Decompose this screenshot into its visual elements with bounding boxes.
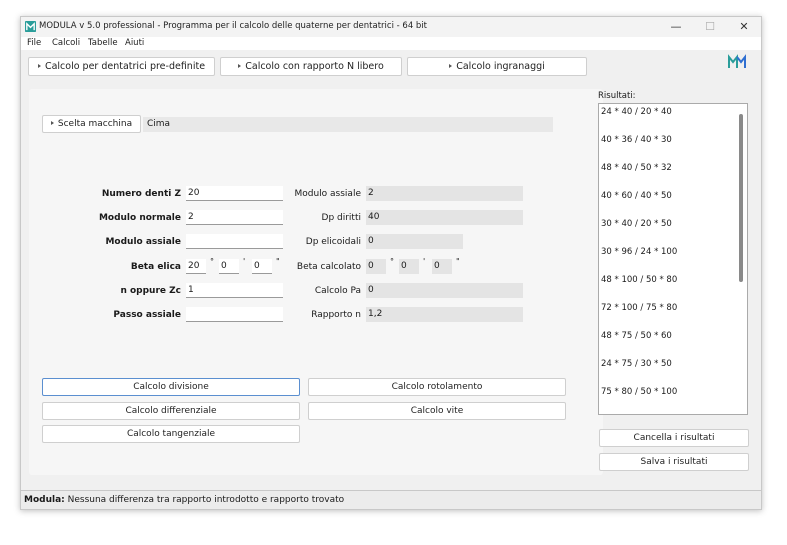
modulo-assiale-result-label: Modulo assiale [294, 189, 361, 199]
results-scrollbar[interactable] [739, 114, 743, 282]
list-item[interactable]: 30 * 40 / 20 * 50 [601, 219, 672, 229]
list-item[interactable]: 48 * 75 / 50 * 60 [601, 331, 672, 341]
status-prefix: Modula: [24, 495, 65, 505]
triangle-right-icon [50, 120, 54, 125]
menu-tabelle[interactable]: Tabelle [88, 38, 118, 48]
list-item[interactable]: 24 * 40 / 20 * 40 [601, 107, 672, 117]
calcolo-tangenziale-button[interactable]: Calcolo tangenziale [42, 425, 300, 443]
list-item[interactable]: 48 * 100 / 50 * 80 [601, 275, 677, 285]
ratio-free-calc-button[interactable]: Calcolo con rapporto N libero [220, 57, 402, 76]
menu-calcoli[interactable]: Calcoli [52, 38, 80, 48]
calcolo-divisione-button[interactable]: Calcolo divisione [42, 378, 300, 396]
calcolo-rotolamento-button[interactable]: Calcolo rotolamento [308, 378, 566, 396]
degree-symbol: ° [390, 257, 394, 266]
modulo-assiale-result-field: 2 [366, 186, 523, 201]
close-button[interactable]: ✕ [729, 19, 759, 35]
beta-calcolato-min-field: 0 [399, 259, 419, 274]
predefined-calc-button[interactable]: Calcolo per dentatrici pre-definite [28, 57, 215, 76]
title-bar: MODULA v 5.0 professional - Programma pe… [21, 17, 761, 37]
modula-logo-icon [728, 54, 746, 68]
calcolo-pa-field: 0 [366, 283, 523, 298]
dp-diritti-label: Dp diritti [321, 213, 361, 223]
rapporto-n-field: 1,2 [366, 307, 523, 322]
dp-elicoidali-field: 0 [366, 234, 463, 249]
list-item[interactable]: 30 * 96 / 24 * 100 [601, 247, 677, 257]
beta-elica-deg-input[interactable]: 20 [186, 259, 206, 274]
maximize-button[interactable]: ☐ [695, 19, 725, 35]
triangle-right-icon [238, 63, 242, 68]
list-item[interactable]: 40 * 36 / 40 * 30 [601, 135, 672, 145]
numero-denti-label: Numero denti Z [101, 189, 181, 199]
minute-symbol: ' [423, 257, 426, 266]
window-title: MODULA v 5.0 professional - Programma pe… [39, 21, 428, 31]
modula-app-icon [25, 21, 36, 32]
machine-value-field: Cima [143, 117, 553, 132]
degree-symbol: ° [210, 257, 214, 266]
status-bar: Modula: Nessuna differenza tra rapporto … [21, 490, 761, 509]
beta-elica-label: Beta elica [130, 262, 181, 272]
list-item[interactable]: 40 * 60 / 40 * 50 [601, 191, 672, 201]
triangle-right-icon [449, 63, 453, 68]
beta-calcolato-deg-field: 0 [366, 259, 386, 274]
dp-diritti-field: 40 [366, 210, 523, 225]
calcolo-vite-button[interactable]: Calcolo vite [308, 402, 566, 420]
status-message: Nessuna differenza tra rapporto introdot… [67, 495, 345, 505]
modulo-normale-label: Modulo normale [98, 213, 181, 223]
select-machine-button[interactable]: Scelta macchina [42, 115, 141, 133]
beta-calcolato-sec-field: 0 [432, 259, 452, 274]
results-label: Risultati: [598, 91, 636, 101]
list-item[interactable]: 75 * 80 / 50 * 100 [601, 387, 677, 397]
clear-results-button[interactable]: Cancella i risultati [599, 429, 749, 447]
menu-aiuti[interactable]: Aiuti [125, 38, 144, 48]
rapporto-n-label: Rapporto n [311, 310, 361, 320]
menu-file[interactable]: File [27, 38, 41, 48]
list-item[interactable]: 48 * 40 / 50 * 32 [601, 163, 672, 173]
gears-calc-button[interactable]: Calcolo ingranaggi [407, 57, 587, 76]
save-results-button[interactable]: Salva i risultati [599, 453, 749, 471]
main-window: MODULA v 5.0 professional - Programma pe… [20, 16, 762, 510]
minimize-button[interactable]: — [661, 19, 691, 35]
n-oppure-zc-label: n oppure Zc [120, 286, 181, 296]
passo-assiale-label: Passo assiale [113, 310, 181, 320]
second-symbol: " [456, 257, 460, 266]
menu-bar: File Calcoli Tabelle Aiuti [21, 37, 761, 50]
results-list[interactable]: 24 * 40 / 20 * 40 40 * 36 / 40 * 30 48 *… [598, 103, 748, 415]
minute-symbol: ' [243, 257, 246, 266]
list-item[interactable]: 72 * 100 / 75 * 80 [601, 303, 677, 313]
calcolo-differenziale-button[interactable]: Calcolo differenziale [42, 402, 300, 420]
dp-elicoidali-label: Dp elicoidali [305, 237, 361, 247]
calcolo-pa-label: Calcolo Pa [314, 286, 361, 296]
triangle-right-icon [37, 63, 41, 68]
modulo-assiale-label: Modulo assiale [105, 237, 181, 247]
list-item[interactable]: 24 * 75 / 30 * 50 [601, 359, 672, 369]
beta-calcolato-label: Beta calcolato [296, 262, 361, 272]
beta-elica-min-input[interactable]: 0 [219, 259, 239, 274]
